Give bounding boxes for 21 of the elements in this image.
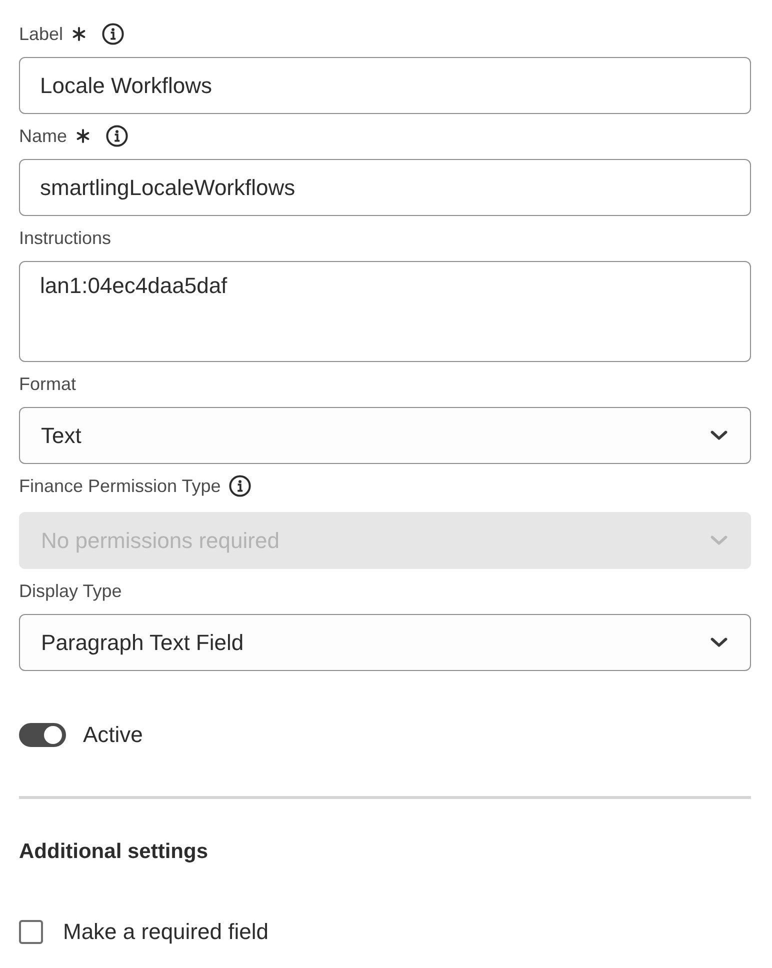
info-icon[interactable] [106,125,128,147]
toggle-label: Active [83,722,143,748]
text-input-field[interactable]: smartlingLocaleWorkflows [19,159,751,216]
dropdown-field[interactable]: Paragraph Text Field [19,614,751,671]
checkbox[interactable] [19,920,43,944]
field-label: Name [19,125,68,148]
field-label: Instructions [19,227,112,250]
toggle-switch[interactable] [19,723,66,747]
textarea-field[interactable]: lan1:04ec4daa5daf [19,261,751,362]
section-heading: Additional settings [19,839,208,865]
info-icon[interactable] [102,23,124,45]
field-label: Display Type [19,580,122,603]
chevron-down-icon [710,637,728,648]
field-label: Finance Permission Type [19,475,221,498]
chevron-down-icon [710,430,728,441]
field-label: Format [19,373,76,396]
chevron-down-icon [710,535,728,546]
dropdown-field[interactable]: Text [19,407,751,464]
checkbox-label: Make a required field [63,919,268,945]
text-input-field[interactable]: Locale Workflows [19,57,751,114]
field-label: Label [19,23,64,46]
